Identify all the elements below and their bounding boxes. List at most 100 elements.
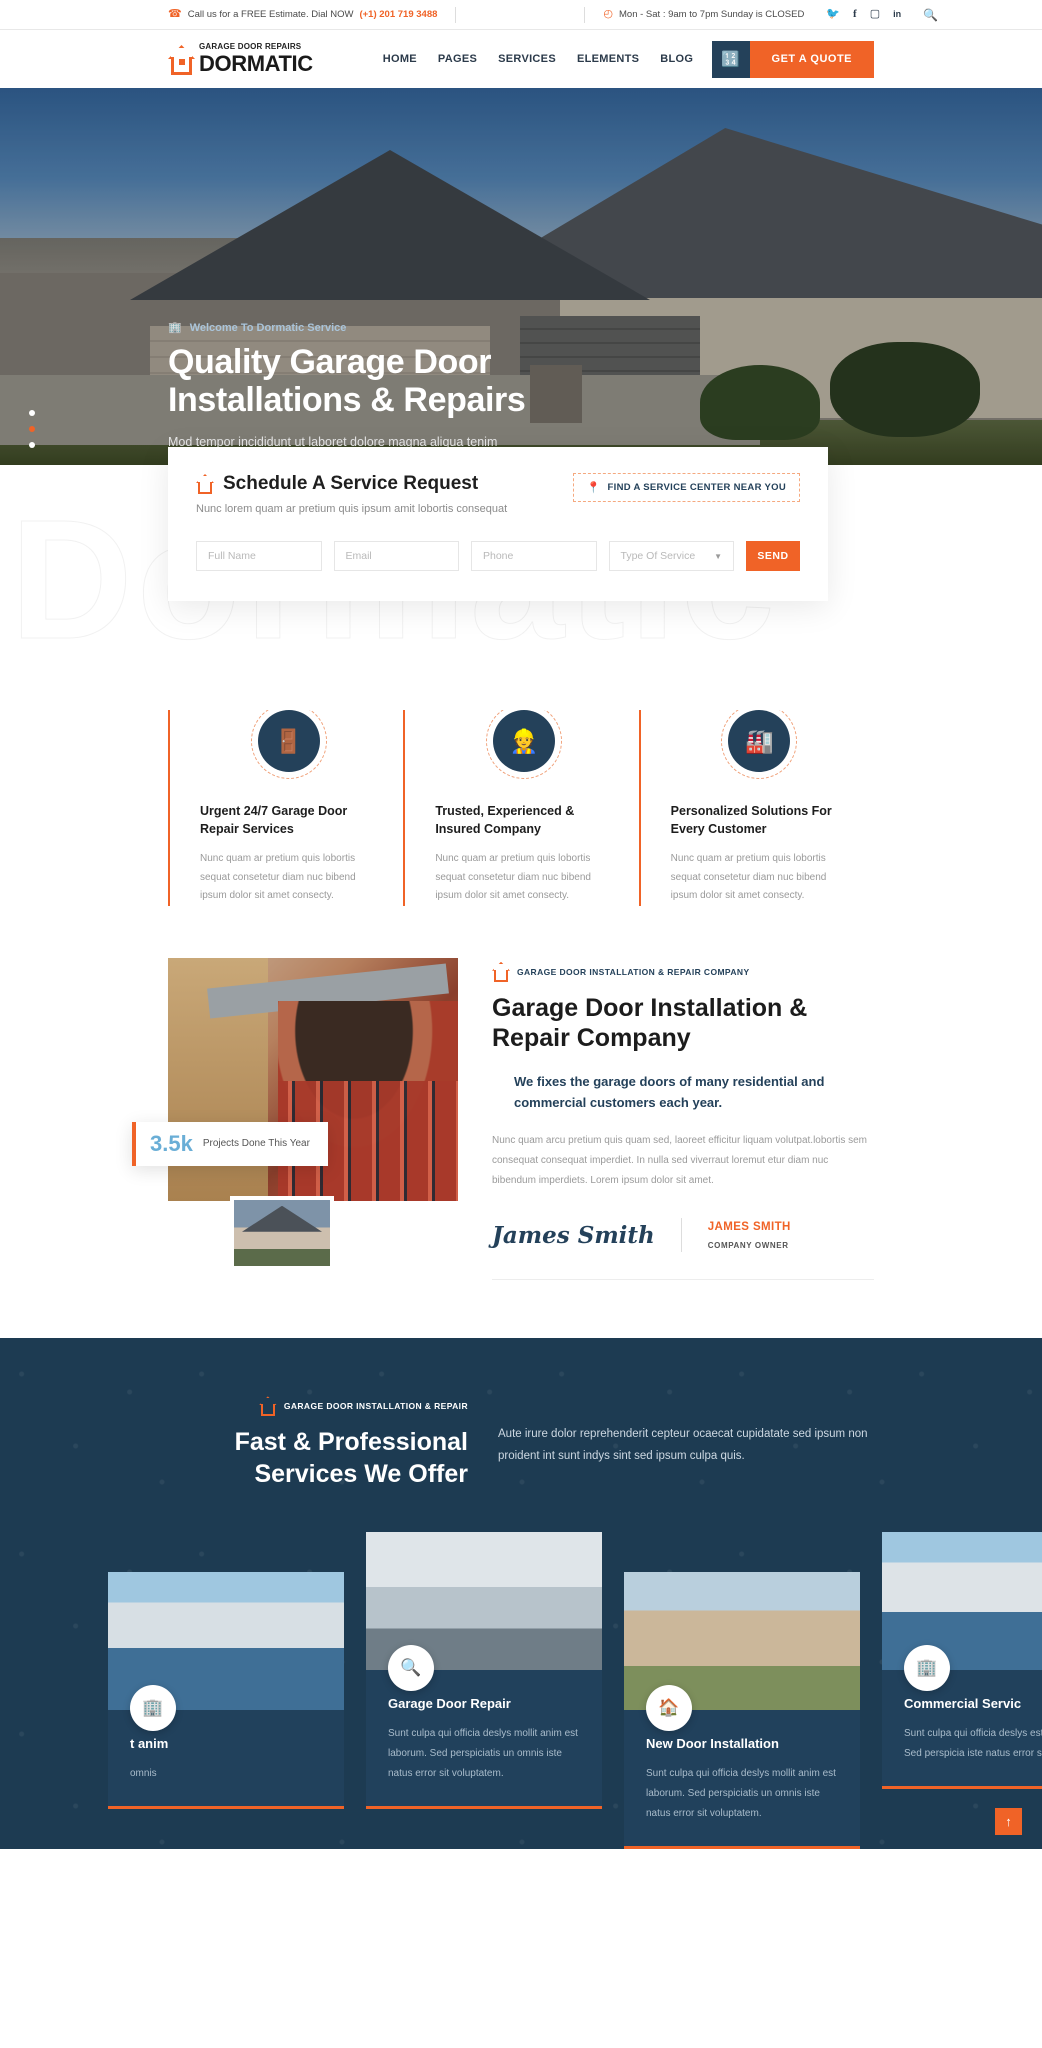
form-title-row: Schedule A Service Request — [196, 473, 507, 495]
logo[interactable]: GARAGE DOOR REPAIRS DORMATIC — [168, 43, 313, 75]
topbar-hours: ◴ Mon - Sat : 9am to 7pm Sunday is CLOSE… — [603, 8, 804, 21]
home-outline-icon — [258, 1396, 277, 1417]
service-card-2-title: New Door Installation — [646, 1735, 779, 1751]
phone-icon: ☎ — [168, 8, 182, 20]
about-section: 3.5k Projects Done This Year GARAGE DOOR… — [0, 957, 1042, 1281]
projects-stat-box: 3.5k Projects Done This Year — [132, 1121, 328, 1166]
site-header: GARAGE DOOR REPAIRS DORMATIC HOME PAGES … — [0, 30, 1042, 88]
services-eyebrow-text: GARAGE DOOR INSTALLATION & REPAIR — [283, 1401, 468, 1412]
garage-icon: 🏢 — [130, 1684, 176, 1731]
nav-item-services[interactable]: SERVICES — [498, 53, 556, 65]
feature-card-2: 👷 Trusted, Experienced & Insured Company… — [403, 703, 638, 906]
service-card-1-text: Sunt culpa qui officia deslys mollit ani… — [388, 1727, 578, 1779]
logo-tagline: GARAGE DOOR REPAIRS — [199, 42, 302, 51]
about-signature-row: James Smith JAMES SMITH COMPANY OWNER — [492, 1217, 874, 1281]
home-outline-icon — [196, 474, 214, 494]
nav-item-elements[interactable]: ELEMENTS — [577, 53, 639, 65]
feature-3-title: Personalized Solutions For Every Custome… — [670, 804, 832, 837]
service-card-3-text: Sunt culpa qui officia deslys est laboru… — [904, 1727, 1042, 1759]
service-card-0-title: t anim — [130, 1735, 169, 1751]
about-body: Nunc quam arcu pretium quis quam sed, la… — [492, 1135, 867, 1187]
logo-wordmark: DORMATIC — [199, 51, 313, 76]
services-title-line2: Services We Offer — [254, 1459, 468, 1488]
services-description: Aute irure dolor reprehenderit cepteur o… — [498, 1428, 868, 1462]
service-card-0[interactable]: 🏢 t anim omnis — [108, 1571, 344, 1849]
stat-number: 3.5k — [150, 1130, 193, 1156]
full-name-input[interactable]: Full Name — [196, 541, 322, 571]
about-title: Garage Door Installation & Repair Compan… — [492, 993, 808, 1053]
hero-dot-1[interactable] — [29, 410, 35, 416]
hero-content: 🏢 Welcome To Dormatic Service Quality Ga… — [168, 321, 588, 466]
services-carousel: 🏢 t anim omnis 🔍 Garage Door Repair Sunt… — [0, 1490, 1042, 1849]
home-icon: 🏠 — [646, 1684, 692, 1731]
about-content: GARAGE DOOR INSTALLATION & REPAIR COMPAN… — [458, 958, 874, 1281]
find-service-center-button[interactable]: 📍 FIND A SERVICE CENTER NEAR YOU — [572, 473, 800, 502]
hero-title: Quality Garage Door Installations & Repa… — [168, 343, 588, 420]
feature-2-text: Nunc quam ar pretium quis lobortis sequa… — [435, 853, 591, 902]
service-card-3-title: Commercial Servic — [904, 1695, 1022, 1711]
search-door-icon: 🔍 — [388, 1644, 434, 1691]
garage-icon: 🏢 — [168, 322, 182, 334]
type-of-service-value: Type Of Service — [620, 550, 696, 562]
search-icon[interactable]: 🔍 — [923, 8, 938, 22]
instagram-icon[interactable]: ▢ — [870, 9, 880, 20]
top-bar: ☎ Call us for a FREE Estimate. Dial NOW … — [0, 0, 1042, 30]
twitter-icon[interactable]: 🐦 — [826, 9, 840, 20]
clock-icon: ◴ — [603, 8, 613, 20]
hero-eyebrow-text: Welcome To Dormatic Service — [189, 321, 347, 334]
about-eyebrow: GARAGE DOOR INSTALLATION & REPAIR COMPAN… — [492, 961, 874, 982]
service-card-3[interactable]: 🏢 Commercial Servic Sunt culpa qui offic… — [882, 1531, 1042, 1849]
services-section: GARAGE DOOR INSTALLATION & REPAIR Fast &… — [0, 1338, 1042, 1849]
services-title-line1: Fast & Professional — [234, 1428, 468, 1457]
nav-item-pages[interactable]: PAGES — [438, 53, 477, 65]
service-card-2-text: Sunt culpa qui officia deslys mollit ani… — [646, 1767, 836, 1819]
nav-item-home[interactable]: HOME — [383, 53, 417, 65]
send-button[interactable]: SEND — [746, 541, 800, 571]
service-card-1-title: Garage Door Repair — [388, 1695, 511, 1711]
topbar-call-phone[interactable]: (+1) 201 719 3488 — [359, 9, 437, 20]
feature-1-title: Urgent 24/7 Garage Door Repair Services — [200, 804, 348, 837]
topbar-call-text: Call us for a FREE Estimate. Dial NOW — [187, 9, 354, 20]
about-secondary-photo — [230, 1195, 334, 1270]
feature-2-title: Trusted, Experienced & Insured Company — [435, 804, 575, 837]
linkedin-icon[interactable]: in — [893, 10, 901, 19]
phone-input[interactable]: Phone — [471, 541, 597, 571]
home-outline-icon — [492, 961, 510, 982]
feature-3-text: Nunc quam ar pretium quis lobortis sequa… — [670, 853, 827, 902]
service-card-3-image — [882, 1531, 1042, 1670]
social-links: 🐦 f ▢ in — [826, 9, 901, 20]
scroll-to-top-button[interactable]: ↑ — [995, 1807, 1022, 1835]
hero-dot-3[interactable] — [29, 442, 35, 448]
calculator-icon[interactable]: 🔢 — [711, 40, 750, 78]
logo-house-icon — [168, 45, 195, 75]
form-description: Nunc lorem quam ar pretium quis ipsum am… — [196, 503, 508, 515]
door-icon: 🚪 — [250, 703, 327, 779]
signer-name: JAMES SMITH — [707, 1221, 791, 1234]
stat-label: Projects Done This Year — [202, 1137, 310, 1149]
find-service-center-label: FIND A SERVICE CENTER NEAR YOU — [607, 482, 786, 493]
hero-dot-2[interactable] — [29, 426, 35, 432]
signature-divider — [680, 1218, 682, 1253]
hero-slider-dots[interactable] — [29, 410, 35, 448]
hero-title-line2: Installations & Repairs — [168, 381, 526, 420]
service-card-0-text: omnis — [130, 1767, 157, 1779]
page-root: ☎ Call us for a FREE Estimate. Dial NOW … — [0, 0, 1042, 1849]
email-input[interactable]: Email — [333, 541, 459, 571]
get-a-quote-button[interactable]: GET A QUOTE — [749, 40, 874, 78]
facebook-icon[interactable]: f — [853, 9, 857, 20]
service-card-2[interactable]: 🏠 New Door Installation Sunt culpa qui o… — [624, 1571, 860, 1849]
signature-image: James Smith — [492, 1221, 655, 1249]
features-row: 🚪 Urgent 24/7 Garage Door Repair Service… — [0, 703, 1042, 906]
service-request-form: Schedule A Service Request Nunc lorem qu… — [168, 447, 828, 601]
form-fields-row: Full Name Email Phone Type Of Service ▼ … — [196, 541, 800, 571]
services-eyebrow: GARAGE DOOR INSTALLATION & REPAIR — [168, 1396, 468, 1417]
nav-item-blog[interactable]: BLOG — [660, 53, 693, 65]
hero-title-line1: Quality Garage Door — [168, 343, 492, 381]
type-of-service-select[interactable]: Type Of Service ▼ — [608, 541, 734, 571]
about-media: 3.5k Projects Done This Year — [132, 957, 458, 1281]
services-title: Fast & Professional Services We Offer — [168, 1427, 468, 1490]
topbar-call: ☎ Call us for a FREE Estimate. Dial NOW … — [168, 8, 437, 21]
services-header: GARAGE DOOR INSTALLATION & REPAIR Fast &… — [0, 1396, 1042, 1490]
topbar-divider-2 — [584, 6, 586, 23]
service-card-1[interactable]: 🔍 Garage Door Repair Sunt culpa qui offi… — [366, 1531, 602, 1849]
